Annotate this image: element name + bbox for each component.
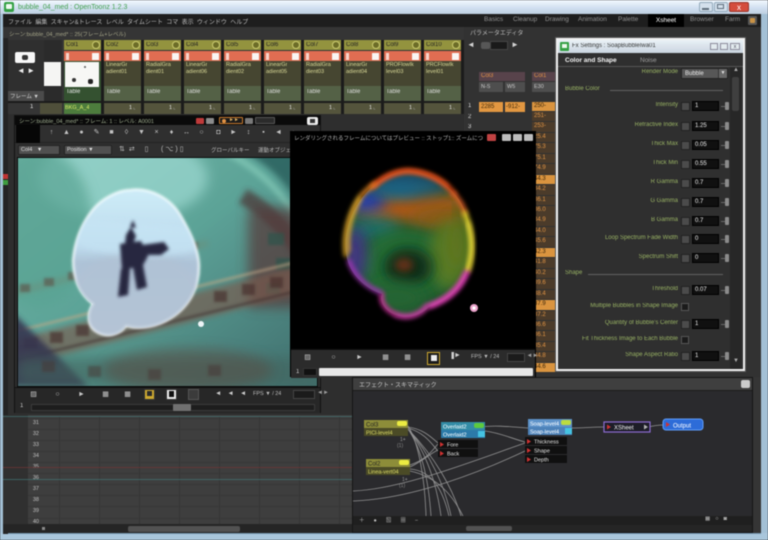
svg-text:Back: Back	[447, 452, 459, 458]
svg-text:Linea-vert04: Linea-vert04	[368, 470, 399, 476]
svg-text:Fore: Fore	[447, 443, 458, 449]
svg-text:PICl-level4: PICl-level4	[366, 431, 393, 437]
svg-text:(1): (1)	[397, 443, 403, 449]
svg-text:Soap-level4: Soap-level4	[530, 422, 559, 428]
svg-text:Output: Output	[673, 424, 691, 430]
svg-text:Overlaid2: Overlaid2	[443, 433, 467, 439]
svg-text:Overlaid2: Overlaid2	[443, 425, 467, 431]
svg-text:Depth: Depth	[534, 458, 549, 464]
svg-text:(1): (1)	[399, 483, 405, 489]
svg-text:Col2: Col2	[368, 462, 381, 468]
svg-text:Soap-level4: Soap-level4	[530, 430, 559, 436]
svg-text:Col3: Col3	[366, 423, 379, 429]
svg-text:Shape: Shape	[534, 449, 550, 455]
svg-text:XSheet: XSheet	[614, 426, 634, 432]
svg-text:Thickness: Thickness	[534, 440, 559, 446]
